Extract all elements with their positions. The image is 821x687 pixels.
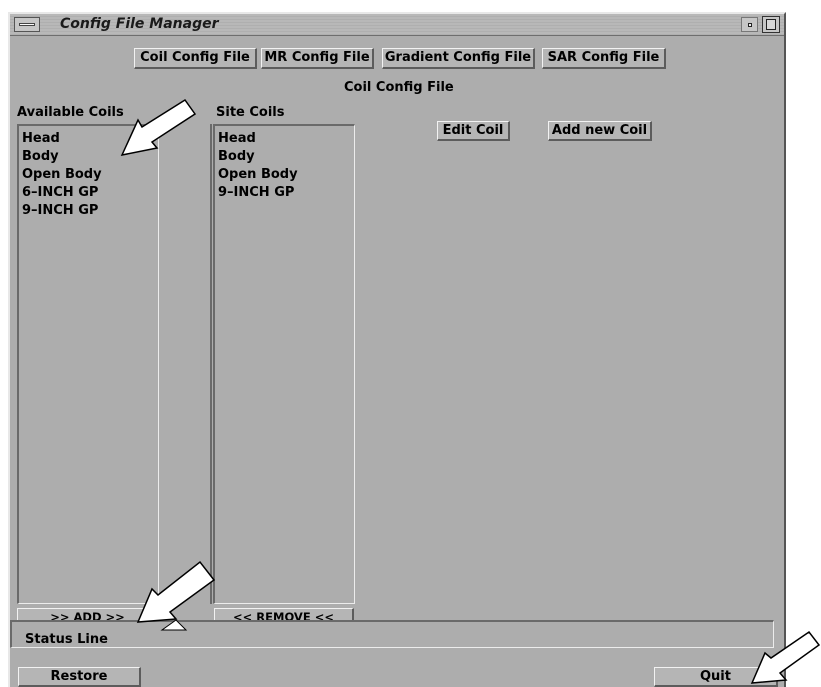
annotation-arrows [120, 98, 821, 684]
arrow-icon [160, 619, 188, 631]
arrow-icon [136, 560, 216, 623]
arrow-icon [120, 98, 197, 157]
arrow-icon [750, 630, 821, 684]
